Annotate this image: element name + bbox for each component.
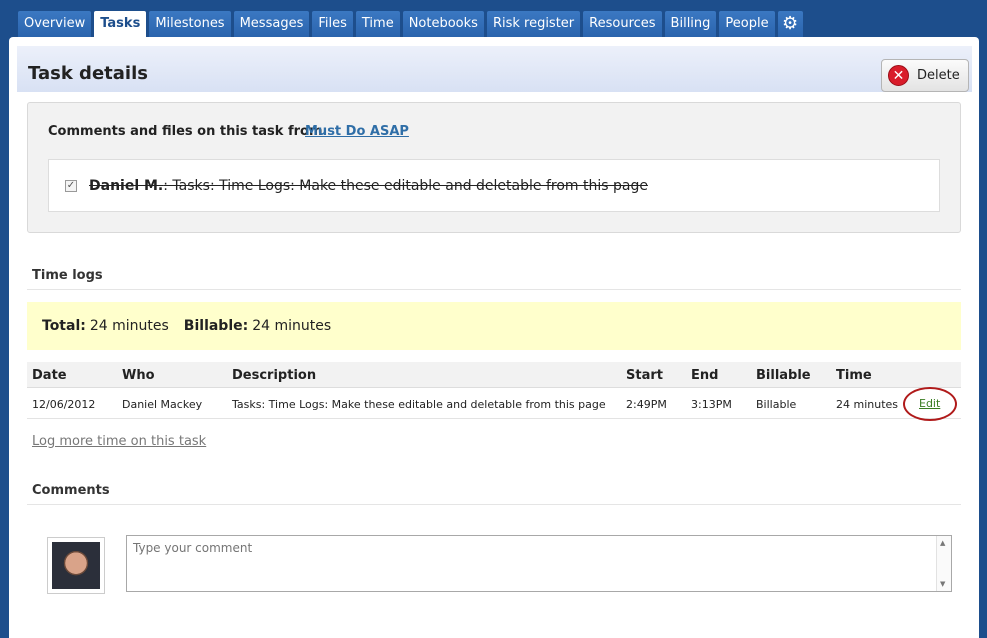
page-title: Task details xyxy=(28,63,148,84)
tab-bar: Overview Tasks Milestones Messages Files… xyxy=(18,11,803,38)
task-list-link[interactable]: Must Do ASAP xyxy=(305,124,409,139)
tab-files[interactable]: Files xyxy=(312,11,353,37)
column-header: Start xyxy=(626,368,663,383)
column-header: Time xyxy=(836,368,872,383)
billable-value: 24 minutes xyxy=(252,318,332,334)
comments-title: Comments xyxy=(32,483,110,498)
log-date: 12/06/2012 xyxy=(32,398,96,411)
comment-scrollbar[interactable]: ▲ ▼ xyxy=(936,536,951,591)
tab-messages[interactable]: Messages xyxy=(233,11,310,37)
task-panel: Task details ✕ Delete Comments and files… xyxy=(9,37,979,638)
delete-button[interactable]: ✕ Delete xyxy=(881,59,969,92)
divider xyxy=(27,289,961,290)
delete-label: Delete xyxy=(917,68,960,83)
total-label: Total: xyxy=(42,318,86,334)
scroll-down-icon[interactable]: ▼ xyxy=(940,580,945,588)
tab-overview[interactable]: Overview xyxy=(18,11,92,37)
highlight-circle xyxy=(903,387,957,421)
column-header: Billable xyxy=(756,368,811,383)
tab-resources[interactable]: Resources xyxy=(583,11,662,37)
column-header: Date xyxy=(32,368,67,383)
tab-milestones[interactable]: Milestones xyxy=(149,11,231,37)
log-who: Daniel Mackey xyxy=(122,398,203,411)
user-photo xyxy=(52,542,100,589)
log-more-time-link[interactable]: Log more time on this task xyxy=(32,434,206,449)
tab-billing[interactable]: Billing xyxy=(664,11,717,37)
task-assignee: Daniel M. xyxy=(89,178,164,194)
comments-files-box: Comments and files on this task from Mus… xyxy=(27,102,961,233)
divider xyxy=(27,504,961,505)
table-row: 12/06/2012 Daniel Mackey Tasks: Time Log… xyxy=(27,387,961,421)
column-header: End xyxy=(691,368,719,383)
task-item: ✓ Daniel M.: Tasks: Time Logs: Make thes… xyxy=(48,159,940,212)
log-time: 24 minutes xyxy=(836,398,899,411)
task-description: : Tasks: Time Logs: Make these editable … xyxy=(163,178,648,194)
task-checkbox[interactable]: ✓ xyxy=(65,180,77,192)
time-totals-bar: Total: 24 minutes Billable: 24 minutes xyxy=(27,302,961,350)
log-end: 3:13PM xyxy=(691,398,732,411)
scroll-up-icon[interactable]: ▲ xyxy=(940,539,945,547)
avatar xyxy=(47,537,105,594)
column-header: Who xyxy=(122,368,155,383)
tab-tasks[interactable]: Tasks xyxy=(94,11,147,38)
time-log-header: Date Who Description Start End Billable … xyxy=(27,362,961,388)
log-start: 2:49PM xyxy=(626,398,667,411)
log-billable: Billable xyxy=(756,398,797,411)
comment-input[interactable] xyxy=(126,535,952,592)
task-text: Daniel M.: Tasks: Time Logs: Make these … xyxy=(89,178,648,194)
tab-time[interactable]: Time xyxy=(355,11,400,37)
log-description: Tasks: Time Logs: Make these editable an… xyxy=(232,398,606,411)
page-header: Task details ✕ Delete xyxy=(17,46,972,92)
close-circle-icon: ✕ xyxy=(888,65,909,86)
billable-label: Billable: xyxy=(183,318,249,334)
tab-people[interactable]: People xyxy=(719,11,775,37)
tab-notebooks[interactable]: Notebooks xyxy=(402,11,484,37)
gear-icon[interactable]: ⚙ xyxy=(777,11,803,37)
column-header: Description xyxy=(232,368,317,383)
comments-files-title: Comments and files on this task from xyxy=(48,124,323,139)
time-logs-title: Time logs xyxy=(32,268,103,283)
tab-risk-register[interactable]: Risk register xyxy=(486,11,581,37)
total-value: 24 minutes xyxy=(89,318,169,334)
